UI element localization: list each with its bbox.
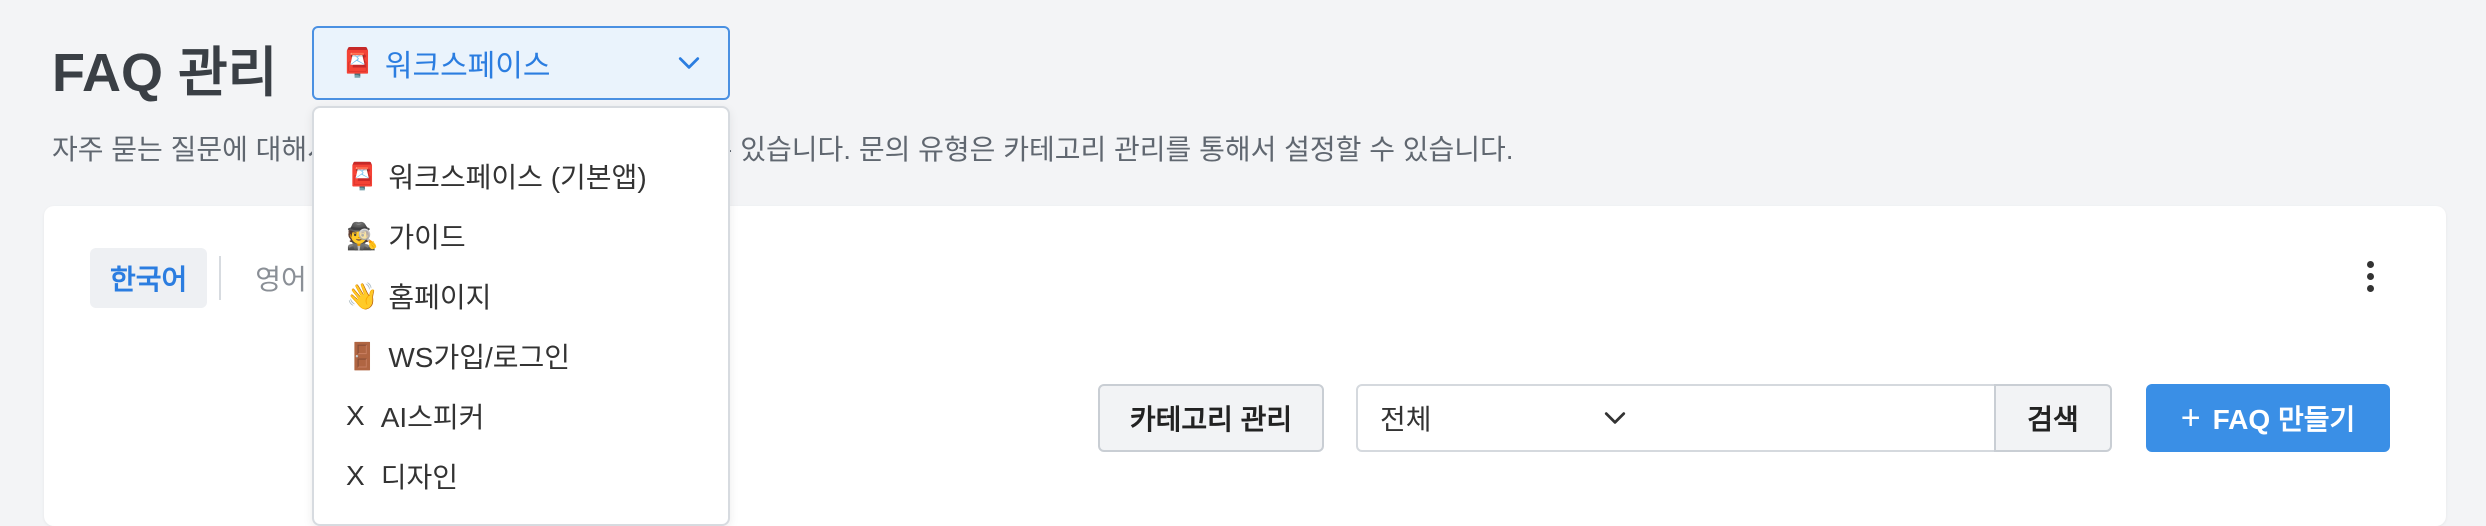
dropdown-item-ws-signup[interactable]: 🚪 WS가입/로그인 xyxy=(314,326,728,386)
page-title: FAQ 관리 xyxy=(52,43,278,103)
type-filter-select[interactable]: 전체 xyxy=(1356,384,1654,452)
search-input[interactable] xyxy=(1652,384,1996,452)
mailbox-icon: 📮 xyxy=(340,47,375,78)
tab-divider xyxy=(219,256,222,300)
language-tabs: 한국어 영어 xyxy=(90,248,327,308)
plus-icon: + xyxy=(2180,399,2201,437)
dropdown-item-ai-speaker[interactable]: X AI스피커 xyxy=(314,386,728,446)
dropdown-item-guide[interactable]: 🕵 가이드 xyxy=(314,206,728,266)
x-icon: X xyxy=(346,460,365,491)
more-options-icon[interactable] xyxy=(2344,250,2396,302)
chevron-down-icon xyxy=(1604,412,1626,424)
workspace-dropdown: 📮 워크스페이스 (기본앱) 🕵 가이드 👋 홈페이지 🚪 WS가입/로그인 X… xyxy=(312,106,730,526)
chevron-down-icon xyxy=(678,57,700,69)
dropdown-item-workspace[interactable]: 📮 워크스페이스 (기본앱) xyxy=(314,146,728,206)
dropdown-item-label: WS가입/로그인 xyxy=(388,342,571,373)
dropdown-item-design[interactable]: X 디자인 xyxy=(314,446,728,506)
page-description: 자주 묻는 질문에 대해서 질문과 답변을 등록하고 관리할 수 있습니다. 문… xyxy=(52,134,1514,165)
waving-hand-icon: 👋 xyxy=(346,281,379,311)
dropdown-item-label: 워크스페이스 (기본앱) xyxy=(388,162,647,193)
create-faq-label: FAQ 만들기 xyxy=(2212,404,2356,435)
workspace-select-label: 워크스페이스 xyxy=(384,50,551,83)
tab-korean[interactable]: 한국어 xyxy=(90,248,208,308)
x-icon: X xyxy=(346,400,365,431)
dropdown-item-label: 가이드 xyxy=(388,222,466,253)
detective-icon: 🕵 xyxy=(346,221,379,251)
mailbox-icon: 📮 xyxy=(346,161,379,191)
dropdown-item-label: 디자인 xyxy=(380,462,458,493)
create-faq-button[interactable]: + FAQ 만들기 xyxy=(2146,384,2390,452)
dropdown-item-label: 홈페이지 xyxy=(388,282,492,313)
search-button[interactable]: 검색 xyxy=(1994,384,2112,452)
category-manage-button[interactable]: 카테고리 관리 xyxy=(1098,384,1324,452)
door-icon: 🚪 xyxy=(346,341,379,371)
type-filter-label: 전체 xyxy=(1380,404,1432,435)
dropdown-item-label: AI스피커 xyxy=(380,402,485,433)
workspace-select[interactable]: 📮 워크스페이스 xyxy=(312,26,730,100)
dropdown-item-homepage[interactable]: 👋 홈페이지 xyxy=(314,266,728,326)
